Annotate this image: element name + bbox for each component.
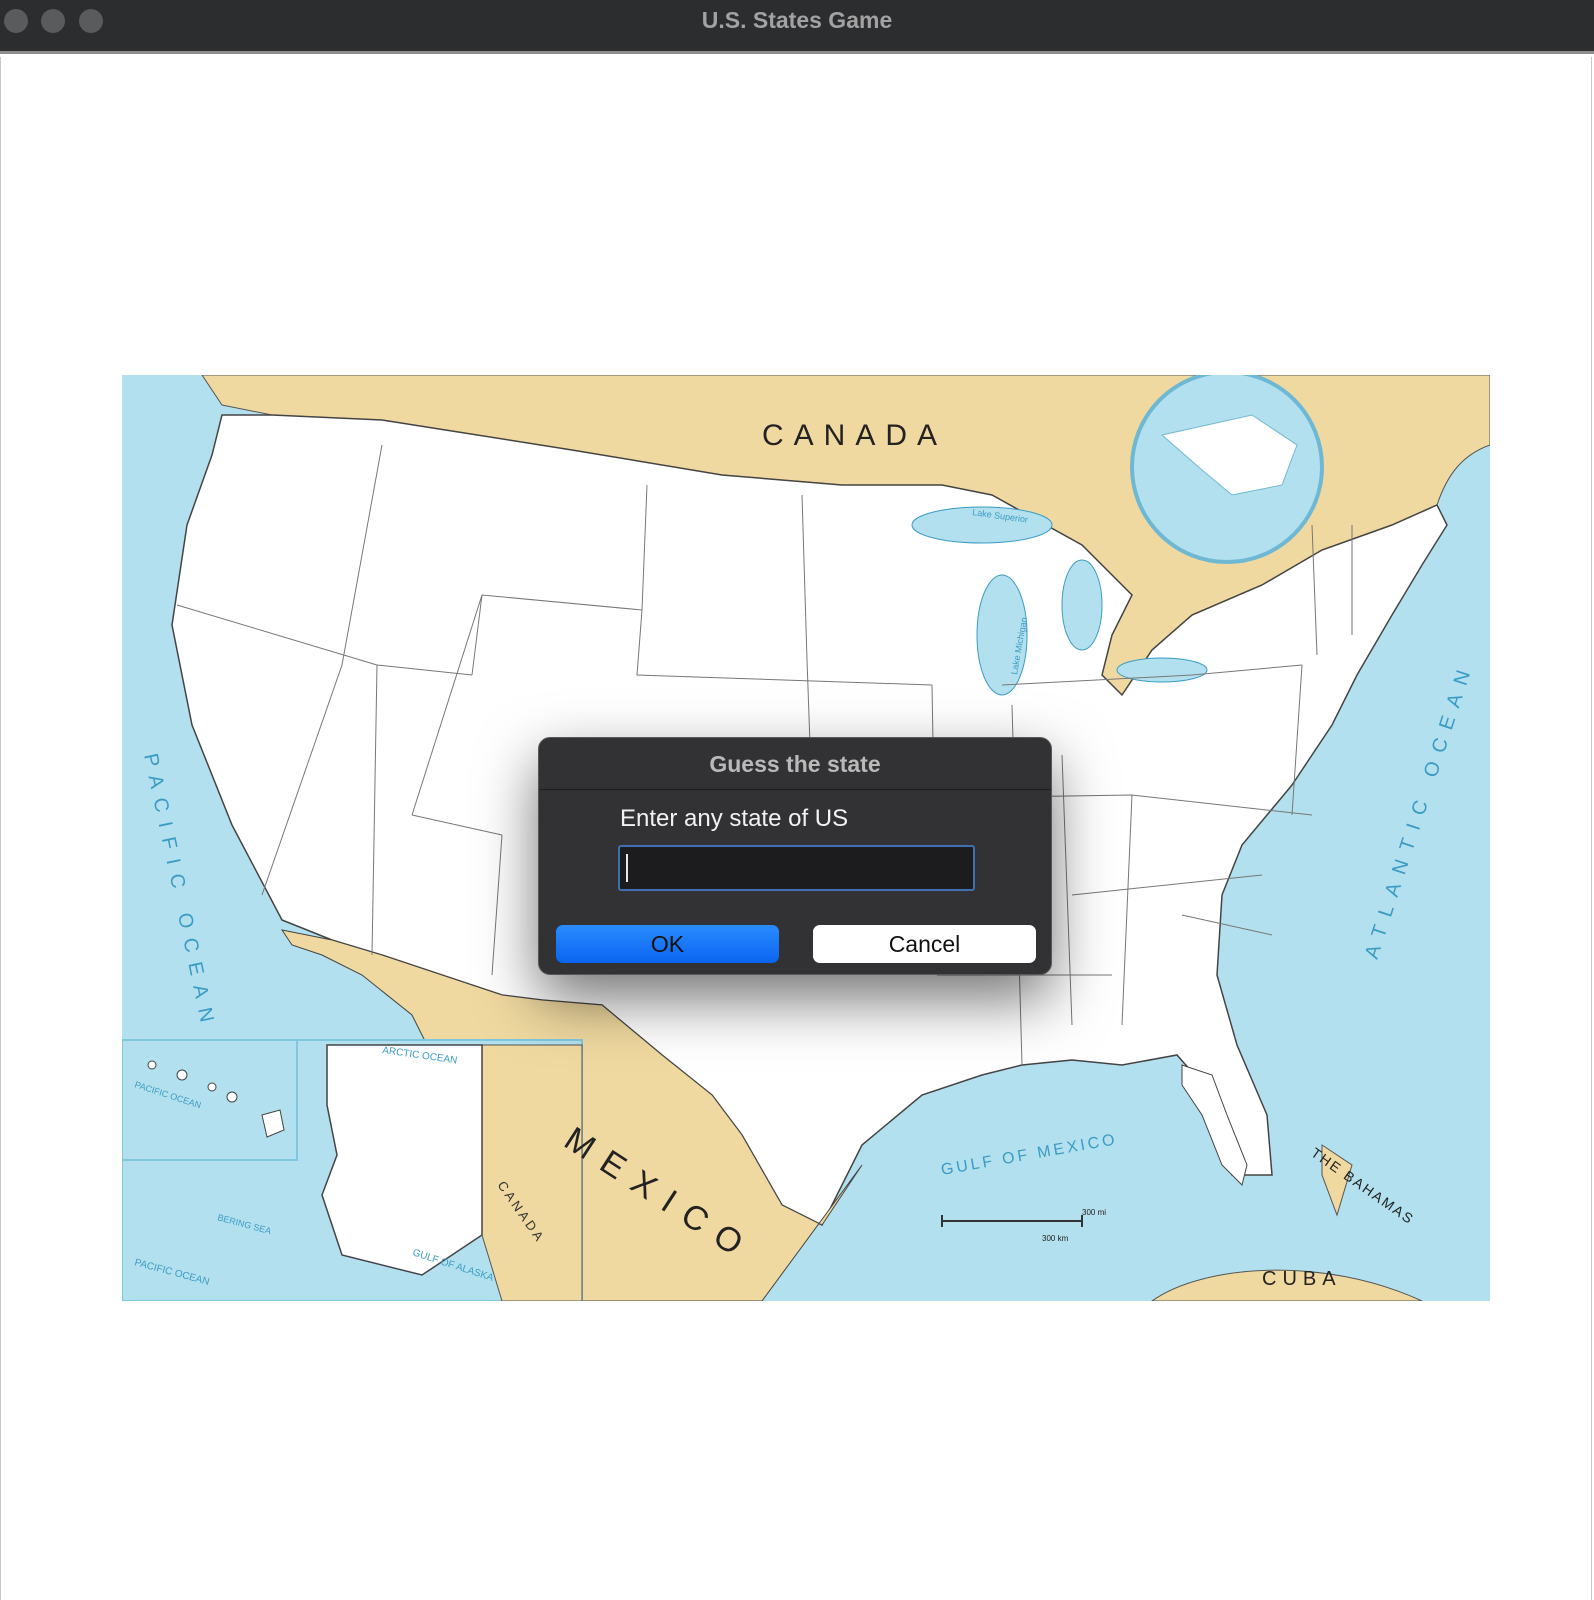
alaska-land xyxy=(321,1044,483,1276)
hawaii-inset xyxy=(122,1039,298,1161)
state-guess-input[interactable] xyxy=(618,845,975,891)
ok-button[interactable]: OK xyxy=(556,925,779,963)
lake-huron xyxy=(1061,559,1103,651)
label-canada: CANADA xyxy=(762,419,947,452)
dialog-prompt: Enter any state of US xyxy=(620,805,849,832)
label-cuba: CUBA xyxy=(1262,1268,1342,1290)
canada-alaska-land xyxy=(481,1044,583,1301)
guess-state-dialog: Guess the state Enter any state of US OK… xyxy=(538,737,1052,975)
scale-label-km: 300 km xyxy=(1042,1234,1069,1243)
scale-label-miles: 300 mi xyxy=(1082,1208,1106,1217)
text-caret xyxy=(626,854,628,882)
window-titlebar: U.S. States Game xyxy=(0,0,1594,54)
window-title: U.S. States Game xyxy=(701,7,893,33)
dialog-title: Guess the state xyxy=(539,738,1051,790)
cancel-button[interactable]: Cancel xyxy=(813,925,1036,963)
